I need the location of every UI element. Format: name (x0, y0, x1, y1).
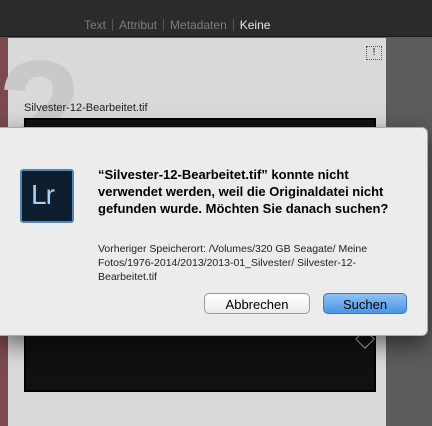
lightroom-icon-label: Lr (31, 179, 55, 210)
missing-file-dialog: Lr “Silvester-12-Bearbeitet.tif” konnte … (0, 127, 428, 336)
filter-attribute-tab[interactable]: Attribut (113, 18, 163, 32)
filter-tabs: Text Attribut Metadaten Keine (78, 18, 276, 32)
search-button[interactable]: Suchen (323, 293, 407, 314)
dialog-previous-location: Vorheriger Speicherort: /Volumes/320 GB … (98, 243, 368, 283)
filter-text-tab[interactable]: Text (78, 18, 112, 32)
dialog-message: “Silvester-12-Bearbeitet.tif” konnte nic… (98, 167, 389, 216)
lightroom-app-icon: Lr (20, 169, 74, 223)
missing-file-icon[interactable]: ! (366, 46, 382, 60)
cancel-button[interactable]: Abbrechen (204, 293, 310, 314)
grid-cell-filename: Silvester-12-Bearbeitet.tif (24, 102, 148, 114)
filter-none-tab[interactable]: Keine (234, 18, 277, 32)
filter-metadata-tab[interactable]: Metadaten (164, 18, 233, 32)
